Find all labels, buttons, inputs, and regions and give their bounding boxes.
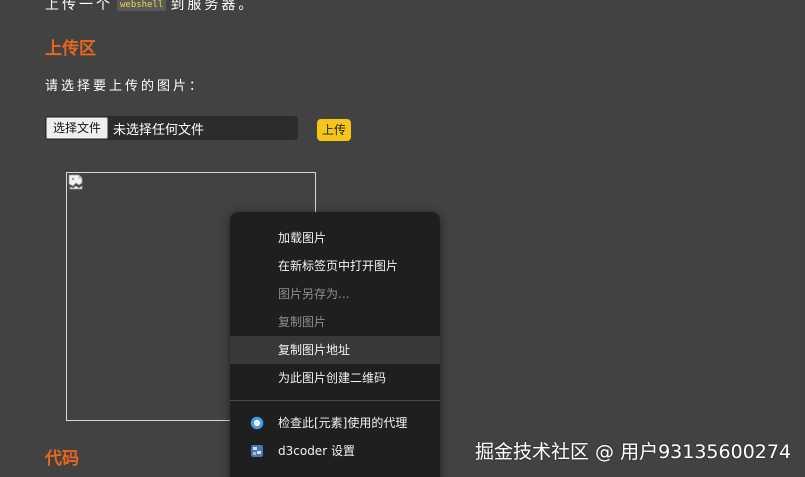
upload-button[interactable]: 上传 [317,119,352,141]
upload-prompt: 请选择要上传的图片： [45,79,206,94]
file-status-text: 未选择任何文件 [113,122,205,138]
context-menu: 加载图片 在新标签页中打开图片 图片另存为... 复制图片 复制图片地址 为此图… [230,212,440,477]
menu-item-create-qr-code[interactable]: 为此图片创建二维码 [230,364,440,392]
proxy-circle-icon [250,416,264,430]
menu-item-load-image[interactable]: 加载图片 [230,224,440,252]
menu-item-d3coder-settings[interactable]: d3coder 设置 [230,437,440,465]
intro-prefix: 上传一个 [45,0,113,13]
broken-image-icon [68,174,83,190]
menu-item-d3coder-settings-label: d3coder 设置 [278,444,355,458]
menu-item-save-image-as[interactable]: 图片另存为... [230,280,440,308]
file-input[interactable]: 选择文件 未选择任何文件 [45,116,298,140]
page: 上传一个 webshell 到服务器。 上传区 请选择要上传的图片： 选择文件 未选… [0,0,805,477]
watermark-text: 掘金技术社区 @ 用户93135600274 [475,441,792,463]
menu-item-copy-image-address[interactable]: 复制图片地址 [230,336,440,364]
menu-separator [230,400,440,401]
intro-text: 上传一个 webshell 到服务器。 [45,0,255,14]
upload-section-title: 上传区 [45,39,96,59]
menu-item-copy-image[interactable]: 复制图片 [230,308,440,336]
menu-item-inspect-proxy[interactable]: 检查此[元素]使用的代理 [230,409,440,437]
intro-suffix: 到服务器。 [170,0,256,13]
menu-item-open-image-new-tab[interactable]: 在新标签页中打开图片 [230,252,440,280]
code-section-title: 代码 [45,449,79,469]
menu-item-inspect-proxy-label: 检查此[元素]使用的代理 [278,416,408,430]
intro-code: webshell [117,0,167,11]
choose-file-button[interactable]: 选择文件 [46,117,109,139]
d3coder-icon [251,445,263,457]
